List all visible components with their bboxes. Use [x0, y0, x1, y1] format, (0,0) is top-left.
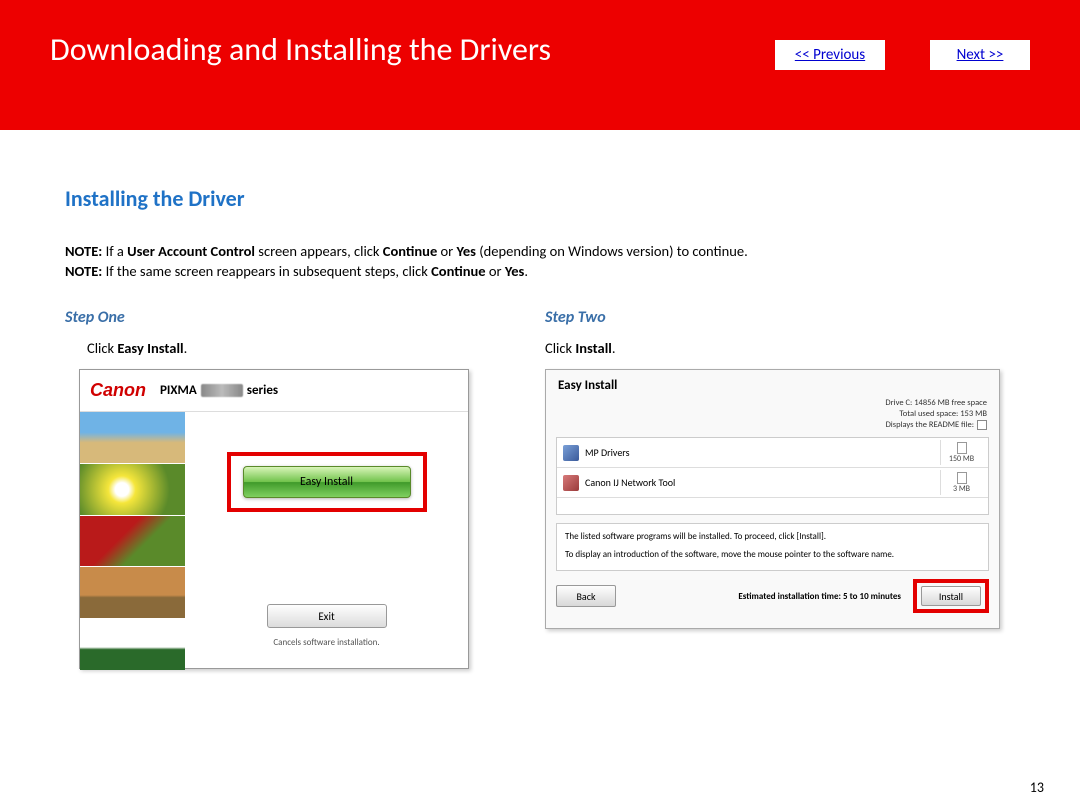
sample-photo: [80, 412, 185, 464]
step-one-instruction: Click Easy Install.: [65, 339, 505, 357]
step-one-column: Step One Click Easy Install. Canon PIXMA…: [65, 308, 505, 669]
stat-used-space: Total used space: 153 MB: [885, 409, 987, 420]
page-number: 13: [1030, 779, 1044, 796]
stat-readme-label: Displays the README file:: [886, 420, 974, 430]
note-text: (depending on Windows version) to contin…: [476, 242, 748, 260]
note-line-2: NOTE: If the same screen reappears in su…: [65, 262, 1020, 280]
package-list: MP Drivers 150 MB Canon IJ Network Tool …: [556, 437, 989, 515]
package-name: MP Drivers: [585, 446, 934, 459]
canon-logo: Canon: [90, 380, 146, 401]
note-text: or: [437, 242, 456, 260]
stat-readme: Displays the README file:: [885, 420, 987, 431]
estimated-time: Estimated installation time: 5 to 10 min…: [624, 591, 905, 602]
series-word: series: [247, 383, 278, 398]
instr-bold: Easy Install: [117, 339, 183, 357]
step-two-instruction: Click Install.: [545, 339, 1015, 357]
package-row[interactable]: MP Drivers 150 MB: [557, 438, 988, 468]
pixma-word: PIXMA: [160, 383, 197, 398]
note-text: .: [524, 262, 528, 280]
package-size: 3 MB: [940, 470, 982, 496]
note-text: or: [486, 262, 505, 280]
package-icon: [563, 445, 579, 461]
size-text: 3 MB: [953, 484, 970, 494]
easy-install-button[interactable]: Easy Install: [243, 466, 411, 498]
disk-stats: Drive C: 14856 MB free space Total used …: [885, 398, 987, 431]
instr-text: Click: [87, 339, 117, 357]
package-name: Canon IJ Network Tool: [585, 476, 934, 489]
instr-text: .: [184, 339, 188, 357]
note-bold: Continue: [383, 242, 437, 260]
steps-row: Step One Click Easy Install. Canon PIXMA…: [65, 308, 1020, 669]
doc-icon: [957, 442, 967, 454]
installer-window-1: Canon PIXMA series: [79, 369, 469, 669]
next-link[interactable]: Next >>: [957, 46, 1004, 64]
note-line-1: NOTE: If a User Account Control screen a…: [65, 242, 1020, 260]
installer2-bottom: Back Estimated installation time: 5 to 1…: [546, 571, 999, 613]
note-bold: Yes: [505, 262, 524, 280]
step-two-title: Step Two: [545, 308, 1015, 327]
package-icon: [563, 475, 579, 491]
sample-photo: [80, 464, 185, 516]
step-two-column: Step Two Click Install. Easy Install Dri…: [545, 308, 1015, 669]
note-text: screen appears, click: [255, 242, 383, 260]
section-heading: Installing the Driver: [65, 185, 1020, 212]
exit-caption: Cancels software installation.: [185, 637, 468, 648]
sample-photo: [80, 567, 185, 619]
install-button[interactable]: Install: [921, 586, 981, 606]
note-bold: User Account Control: [127, 242, 255, 260]
doc-icon: [957, 472, 967, 484]
package-size: 150 MB: [940, 440, 982, 466]
previous-link[interactable]: << Previous: [795, 46, 865, 64]
highlight-frame: Easy Install: [227, 452, 427, 512]
note-prefix: NOTE:: [65, 242, 102, 260]
step-one-title: Step One: [65, 308, 505, 327]
note-prefix: NOTE:: [65, 262, 102, 280]
exit-button[interactable]: Exit: [267, 604, 387, 628]
photo-strip: [80, 412, 185, 670]
note-bold: Continue: [431, 262, 485, 280]
back-button[interactable]: Back: [556, 585, 616, 607]
redacted-model: [201, 384, 243, 397]
installer1-titlebar: Canon PIXMA series: [80, 370, 468, 412]
installer2-title: Easy Install: [546, 370, 999, 397]
note-bold: Yes: [457, 242, 476, 260]
info-line-2: To display an introduction of the softwa…: [565, 548, 980, 562]
instr-text: Click: [545, 339, 575, 357]
note-text: If the same screen reappears in subseque…: [102, 262, 431, 280]
header-bar: Downloading and Installing the Drivers <…: [0, 0, 1080, 130]
content-area: Installing the Driver NOTE: If a User Ac…: [0, 130, 1080, 669]
package-row[interactable]: Canon IJ Network Tool 3 MB: [557, 468, 988, 498]
readme-checkbox[interactable]: [977, 420, 987, 430]
highlight-frame: Install: [913, 579, 989, 613]
sample-photo: [80, 516, 185, 568]
installer1-body: Easy Install Exit Cancels software insta…: [80, 412, 468, 670]
stat-free-space: Drive C: 14856 MB free space: [885, 398, 987, 409]
pixma-label: PIXMA series: [160, 383, 278, 398]
size-text: 150 MB: [949, 454, 974, 464]
instr-bold: Install: [575, 339, 611, 357]
info-line-1: The listed software programs will be ins…: [565, 530, 980, 544]
installer-window-2: Easy Install Drive C: 14856 MB free spac…: [545, 369, 1000, 629]
prev-nav-box: << Previous: [775, 40, 885, 70]
installer1-main: Easy Install Exit Cancels software insta…: [185, 412, 468, 670]
sample-photo: [80, 619, 185, 670]
note-text: If a: [102, 242, 127, 260]
info-box: The listed software programs will be ins…: [556, 523, 989, 571]
instr-text: .: [612, 339, 616, 357]
next-nav-box: Next >>: [930, 40, 1030, 70]
